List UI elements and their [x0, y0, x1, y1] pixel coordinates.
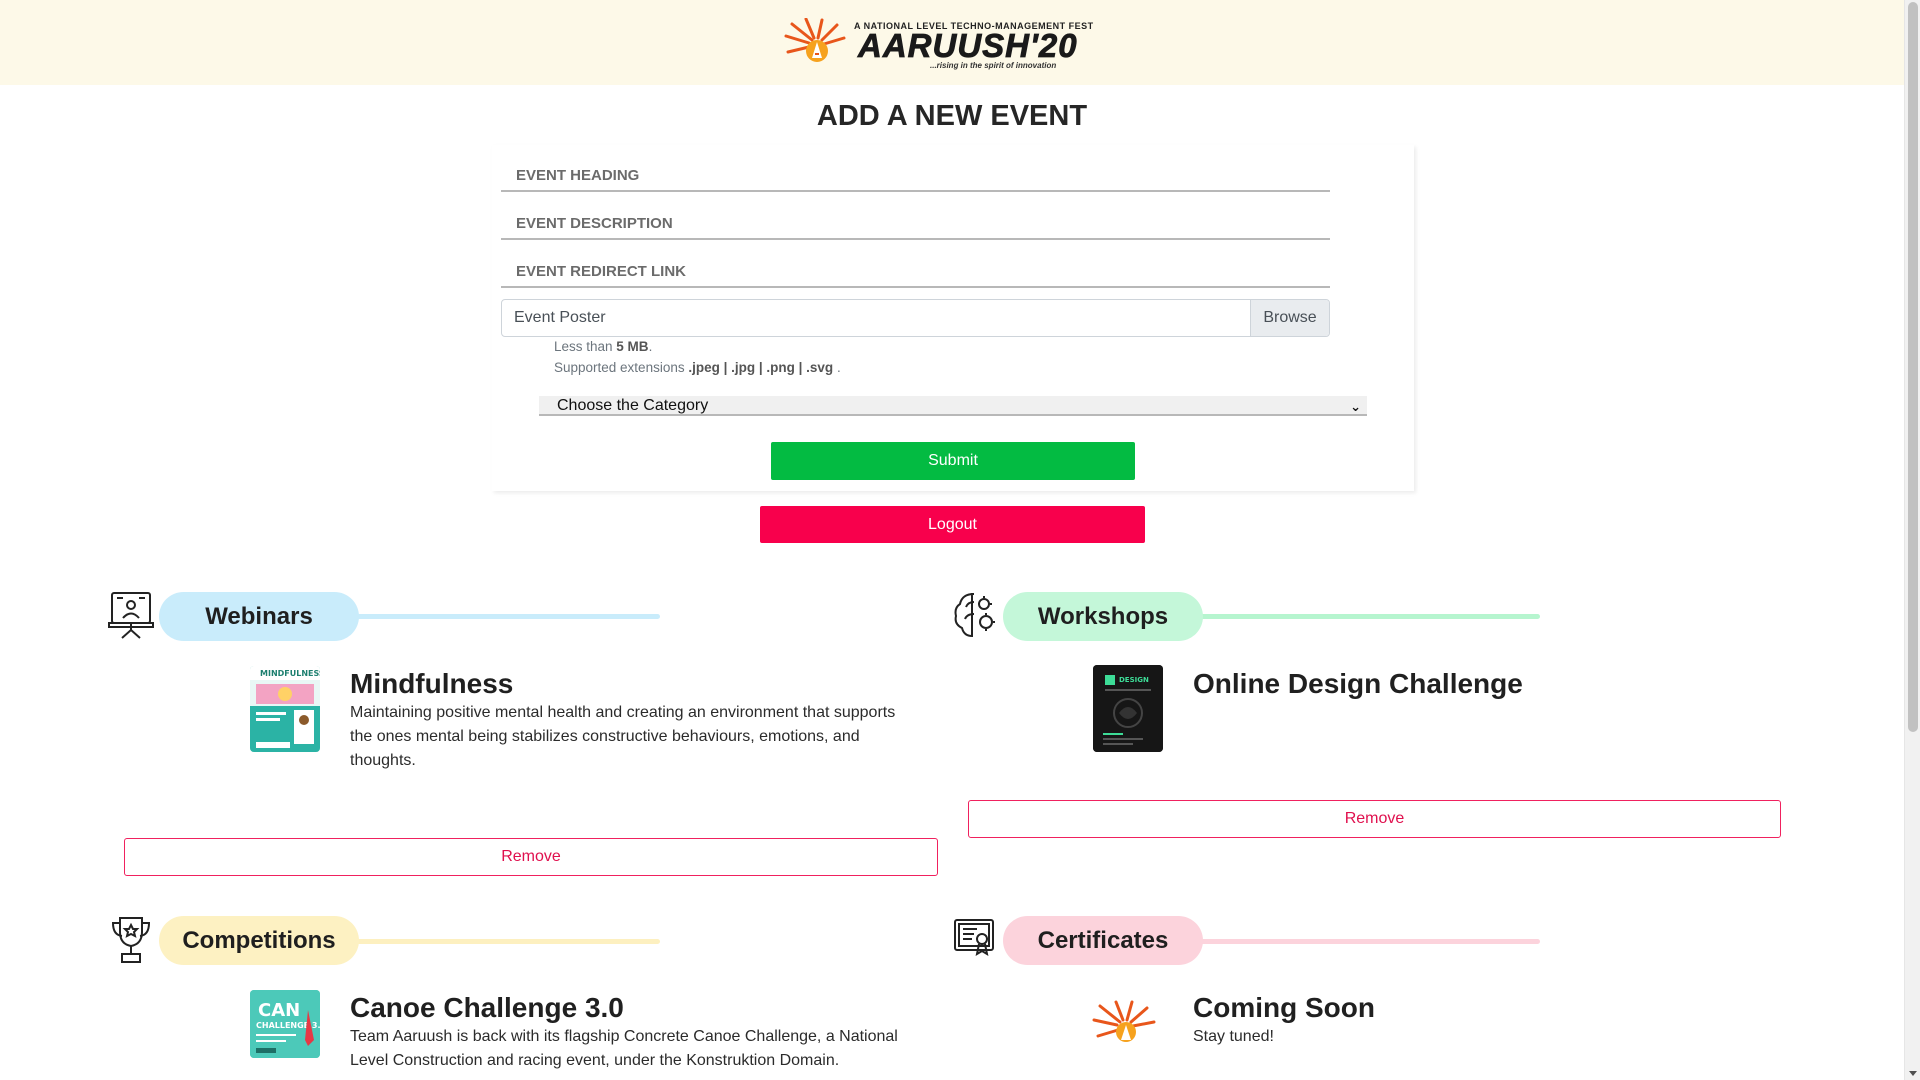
remove-workshop-button[interactable]: Remove	[968, 800, 1781, 838]
browse-button[interactable]: Browse	[1250, 300, 1329, 336]
poster-file-input[interactable]: Event Poster Browse	[501, 299, 1330, 337]
event-link-input[interactable]	[501, 256, 1330, 286]
certificates-divider	[1200, 939, 1540, 944]
size-hint-suffix: .	[648, 339, 653, 354]
canoe-challenge-poster[interactable]: CAN CHALLENGE 3.0	[250, 990, 320, 1058]
competitions-divider	[320, 939, 660, 944]
mindfulness-title: Mindfulness	[350, 668, 514, 699]
mindfulness-poster[interactable]: MINDFULNESS	[250, 666, 320, 752]
canoe-challenge-poster-image: CAN CHALLENGE 3.0	[250, 990, 320, 1058]
event-link-field[interactable]	[501, 256, 1330, 288]
sun-logo-icon	[784, 18, 846, 62]
presentation-icon	[108, 592, 154, 639]
logout-button[interactable]: Logout	[760, 506, 1145, 543]
extension-hint: Supported extensions .jpeg | .jpg | .png…	[554, 360, 841, 375]
poster-file-label: Event Poster	[514, 309, 606, 326]
logo-wordmark: AARUUSH'20	[858, 27, 1078, 65]
page: A NATIONAL LEVEL TECHNO-MANAGEMENT FEST …	[0, 0, 1904, 1080]
logo-subtitle: ...rising in the spirit of innovation	[930, 61, 1057, 70]
sun-logo-icon	[1092, 1000, 1156, 1042]
category-select[interactable]: Choose the Category ⌄	[539, 396, 1367, 416]
event-description-field[interactable]	[501, 208, 1330, 240]
design-challenge-poster[interactable]: DESIGN	[1093, 665, 1163, 752]
ext-hint-prefix: Supported extensions	[554, 360, 689, 375]
mindfulness-poster-image: MINDFULNESS	[250, 666, 320, 752]
svg-text:CAN: CAN	[258, 1000, 300, 1021]
workshops-pill: Workshops	[1003, 592, 1203, 641]
size-hint-value: 5 MB	[616, 339, 649, 354]
certificates-pill: Certificates	[1003, 916, 1203, 965]
competitions-pill: Competitions	[159, 916, 359, 965]
size-hint-prefix: Less than	[554, 339, 617, 354]
size-hint: Less than 5 MB.	[554, 339, 652, 354]
trophy-icon	[111, 917, 151, 963]
scrollbar-thumb[interactable]	[1908, 2, 1918, 732]
canoe-challenge-title: Canoe Challenge 3.0	[350, 992, 624, 1023]
certificate-icon	[954, 919, 994, 957]
page-title: ADD A NEW EVENT	[816, 100, 1088, 132]
event-heading-field[interactable]	[501, 160, 1330, 192]
event-description-input[interactable]	[501, 208, 1330, 238]
webinars-divider	[320, 614, 660, 619]
submit-button[interactable]: Submit	[771, 442, 1135, 480]
event-heading-input[interactable]	[501, 160, 1330, 190]
remove-webinar-button[interactable]: Remove	[124, 838, 938, 876]
svg-text:MINDFULNESS: MINDFULNESS	[260, 669, 320, 678]
canoe-challenge-description: Team Aaruush is back with its flagship C…	[350, 1028, 898, 1069]
svg-text:DESIGN: DESIGN	[1119, 676, 1149, 684]
workshops-divider	[1200, 614, 1540, 619]
coming-soon-title: Coming Soon	[1193, 992, 1375, 1023]
aaruush-logo[interactable]: A NATIONAL LEVEL TECHNO-MANAGEMENT FEST …	[782, 18, 1122, 70]
webinars-pill: Webinars	[159, 592, 359, 641]
design-challenge-title: Online Design Challenge	[1193, 668, 1523, 699]
category-select-value: Choose the Category	[557, 397, 709, 414]
design-challenge-poster-image: DESIGN	[1093, 665, 1163, 752]
chevron-down-icon: ⌄	[1350, 399, 1361, 414]
mindfulness-description: Maintaining positive mental health and c…	[350, 704, 896, 769]
scroll-down-arrow-icon[interactable]	[1909, 1071, 1917, 1076]
brain-gear-icon	[954, 593, 995, 638]
coming-soon-description: Stay tuned!	[1193, 1028, 1274, 1045]
ext-hint-suffix: .	[833, 360, 841, 375]
vertical-scrollbar[interactable]	[1904, 0, 1920, 1080]
ext-hint-value: .jpeg | .jpg | .png | .svg	[688, 360, 834, 375]
top-header: A NATIONAL LEVEL TECHNO-MANAGEMENT FEST …	[0, 0, 1904, 85]
